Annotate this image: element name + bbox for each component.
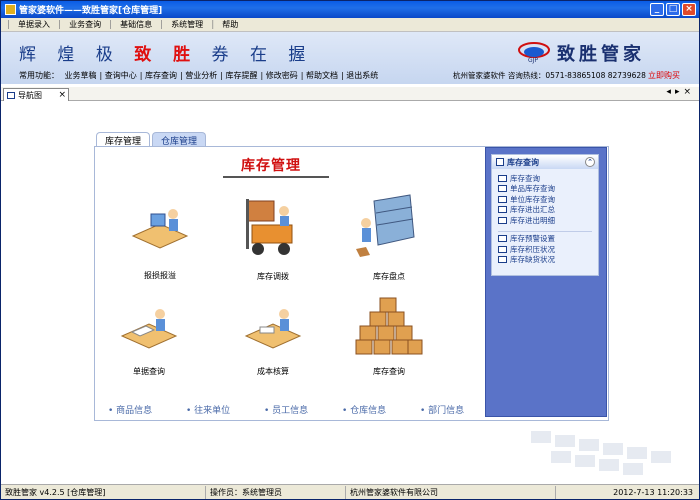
menu-item-entry[interactable]: 单据录入 [10, 19, 58, 30]
item-cost-accounting[interactable]: 成本核算 [233, 298, 313, 377]
item-label: 单据查询 [133, 367, 165, 376]
side-link[interactable]: 库存积压状况 [498, 244, 598, 255]
document-icon [498, 216, 507, 224]
item-loss-gain[interactable]: 报损报溢 [120, 196, 200, 281]
title-underline [223, 176, 329, 178]
status-company: 杭州管家婆软件有限公司 [346, 485, 556, 499]
shortcut-exit[interactable]: 退出系统 [346, 71, 378, 80]
map-icon [7, 91, 15, 99]
status-datetime: 2012-7-13 11:20:33 [613, 487, 693, 497]
title-bar[interactable]: 管家婆软件——致胜管家[仓库管理] _ □ × [1, 1, 699, 18]
link-partner-units[interactable]: • 往来单位 [186, 403, 264, 416]
menu-item-help[interactable]: 帮助 [214, 19, 246, 30]
divider [498, 226, 592, 232]
window-title: 管家婆软件——致胜管家[仓库管理] [19, 6, 163, 16]
document-icon [498, 195, 507, 203]
header-banner: 辉 煌 极 致 胜 券 在 握 GJP 致胜管家 常用功能： 业务草稿 | 查询中… [1, 32, 699, 84]
tab-stock-management[interactable]: 库存管理 [96, 132, 151, 147]
side-link[interactable]: 单品库存查询 [498, 184, 598, 195]
item-transfer[interactable]: 库存调拨 [233, 193, 313, 282]
shortcut-password[interactable]: 修改密码 [266, 71, 298, 80]
menu-bar: | 单据录入 | 业务查询 | 基础信息 | 系统管理 | 帮助 [1, 18, 699, 32]
brand-logo: GJP [518, 42, 550, 64]
brand-name: 致胜管家 [557, 44, 645, 65]
item-document-query[interactable]: 单据查询 [109, 298, 189, 377]
item-label: 库存查询 [373, 367, 405, 376]
close-button[interactable]: × [682, 3, 696, 16]
side-link[interactable]: 单位库存查询 [498, 194, 598, 205]
item-stocktake[interactable]: 库存盘点 [349, 193, 429, 282]
collapse-icon[interactable]: ⌃ [585, 157, 595, 167]
item-label: 成本核算 [257, 367, 289, 376]
minimize-button[interactable]: _ [650, 3, 664, 16]
menu-item-system[interactable]: 系统管理 [163, 19, 211, 30]
document-icon [498, 185, 507, 193]
keyboard-decoration [531, 431, 671, 475]
item-label: 库存盘点 [373, 272, 405, 281]
document-icon [498, 235, 507, 243]
document-icon [498, 245, 507, 253]
document-icon [498, 256, 507, 264]
query-icon [496, 158, 504, 166]
buy-now-link[interactable]: 立即购买 [648, 70, 680, 81]
tab-controls[interactable]: ◂▸× [666, 87, 695, 97]
desk-worker-icon [131, 209, 189, 249]
tab-warehouse-management[interactable]: 仓库管理 [152, 132, 207, 147]
accountant-icon [244, 309, 302, 349]
document-icon [498, 174, 507, 182]
side-link[interactable]: 库存预警设置 [498, 234, 598, 245]
desk-clerk-icon [120, 309, 178, 349]
shortcut-query-center[interactable]: 查询中心 [105, 71, 137, 80]
side-link[interactable]: 库存查询 [498, 173, 598, 184]
item-stock-query[interactable]: 库存查询 [349, 296, 429, 377]
document-tabs: 导航图 × ◂▸× [1, 87, 699, 101]
company-hotline: 杭州管家婆软件 咨询热线：0571-83865108 82739628 [453, 71, 646, 80]
maximize-button[interactable]: □ [666, 3, 680, 16]
shortcut-stock-alert[interactable]: 库存提醒 [226, 71, 258, 80]
shortcut-analysis[interactable]: 营业分析 [185, 71, 217, 80]
panel-tabs: 库存管理 仓库管理 [96, 132, 207, 147]
side-link[interactable]: 库存缺货状况 [498, 255, 598, 266]
tab-navigation[interactable]: 导航图 × [3, 88, 69, 101]
slogan: 辉 煌 极 致 胜 券 在 握 [19, 45, 314, 65]
menu-item-basic[interactable]: 基础信息 [112, 19, 160, 30]
panel-title: 库存管理 [241, 158, 301, 174]
item-label: 报损报溢 [144, 271, 176, 280]
status-bar: 致胜管家 v4.2.5 [仓库管理] 操作员：系统管理员 杭州管家婆软件有限公司… [1, 484, 699, 499]
app-icon [5, 4, 16, 15]
menu-item-query[interactable]: 业务查询 [61, 19, 109, 30]
side-header[interactable]: 库存查询 ⌃ [492, 155, 598, 169]
status-operator: 操作员：系统管理员 [206, 485, 346, 499]
close-tab-icon[interactable]: × [58, 90, 66, 100]
shortcut-help[interactable]: 帮助文档 [306, 71, 338, 80]
shortcut-bar: 常用功能： 业务草稿 | 查询中心 | 库存查询 | 营业分析 | 库存提醒 | 修改密码… [19, 71, 379, 80]
svg-text:GJP: GJP [528, 57, 538, 64]
shelf-icon [356, 194, 415, 257]
side-link[interactable]: 库存进出明细 [498, 215, 598, 226]
boxes-icon [355, 297, 423, 355]
bottom-links: • 商品信息 • 往来单位 • 员工信息 • 仓库信息 • 部门信息 [108, 403, 498, 416]
document-icon [498, 206, 507, 214]
link-employee-info[interactable]: • 员工信息 [264, 403, 342, 416]
shortcut-draft[interactable]: 业务草稿 [65, 71, 97, 80]
item-label: 库存调拨 [257, 272, 289, 281]
status-version: 致胜管家 v4.2.5 [仓库管理] [1, 485, 206, 499]
link-warehouse-info[interactable]: • 仓库信息 [342, 403, 420, 416]
shortcut-stock-query[interactable]: 库存查询 [145, 71, 177, 80]
forklift-icon [246, 199, 293, 255]
link-product-info[interactable]: • 商品信息 [108, 403, 186, 416]
side-link[interactable]: 库存进出汇总 [498, 205, 598, 216]
app-window: 管家婆软件——致胜管家[仓库管理] _ □ × | 单据录入 | 业务查询 | 基础… [0, 0, 700, 500]
stock-query-box: 库存查询 ⌃ 库存查询 单品库存查询 单位库存查询 库存进出汇总 库存进出明细 … [491, 154, 599, 276]
